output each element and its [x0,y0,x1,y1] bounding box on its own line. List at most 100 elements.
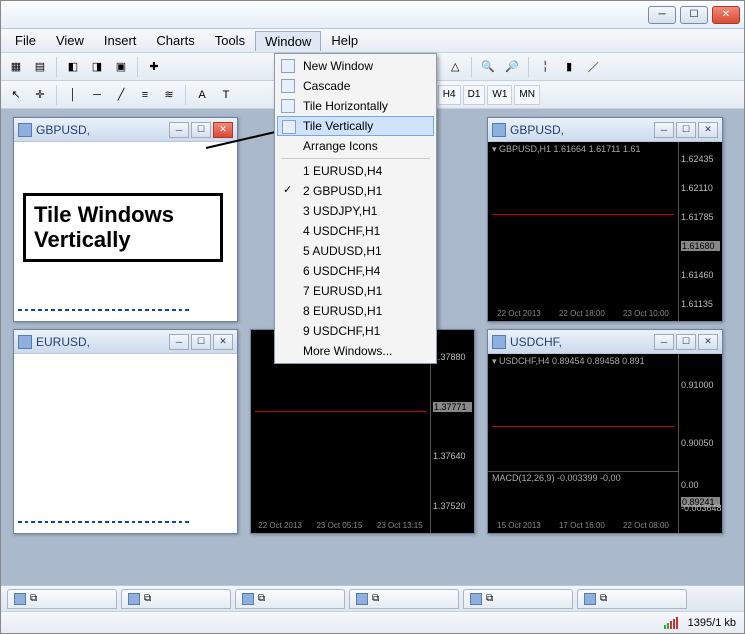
menu-item-tile-horizontally[interactable]: Tile Horizontally [277,96,434,116]
chart-canvas[interactable]: ▾ GBPUSD,H1 1.61664 1.61711 1.611.624351… [488,142,722,321]
timeframe-mn[interactable]: MN [514,85,540,105]
text-icon[interactable]: A [191,84,213,106]
timeframe-d1[interactable]: D1 [463,85,486,105]
menu-item-cascade[interactable]: Cascade [277,76,434,96]
menu-item-2-gbpusd-h1[interactable]: 2 GBPUSD,H1 [277,181,434,201]
menu-item-new-window[interactable]: New Window [277,56,434,76]
close-button[interactable]: ✕ [698,334,718,350]
timeframe-w1[interactable]: W1 [487,85,512,105]
fibo-icon[interactable]: ≋ [158,84,180,106]
price-tick: 1.37771 [433,402,472,412]
price-tick: 1.37640 [433,451,472,461]
new-order-icon[interactable]: ✚ [143,56,165,78]
menu-item-label: 5 AUDUSD,H1 [303,244,382,258]
chart-canvas[interactable] [14,354,237,533]
menu-file[interactable]: File [5,30,46,51]
menu-item-label: Arrange Icons [303,139,378,153]
chart-window-w3[interactable]: EURUSD,─☐✕ [13,329,238,534]
minimize-button[interactable]: ─ [654,122,674,138]
maximize-button[interactable]: ☐ [191,122,211,138]
chart-tab[interactable]: ⧉ [349,589,459,609]
chart-window-titlebar[interactable]: GBPUSD,─☐✕ [14,118,237,142]
close-button[interactable]: ✕ [213,334,233,350]
timeframe-h4[interactable]: H4 [438,85,461,105]
menu-item-6-usdchf-h4[interactable]: 6 USDCHF,H4 [277,261,434,281]
menu-item-tile-vertically[interactable]: Tile Vertically [277,116,434,136]
menu-item-arrange-icons[interactable]: Arrange Icons [277,136,434,156]
time-tick: 22 Oct 2013 [497,309,541,321]
maximize-button[interactable]: ☐ [191,334,211,350]
hline-icon[interactable]: ─ [86,84,108,106]
minimize-button[interactable]: ─ [169,334,189,350]
menu-window[interactable]: Window [255,31,321,51]
chart-type-candle-icon[interactable]: ▮ [558,56,580,78]
zoom-out-icon[interactable]: 🔎 [501,56,523,78]
callout-text-line1: Tile Windows [34,202,212,227]
menu-item-7-eurusd-h1[interactable]: 7 EURUSD,H1 [277,281,434,301]
chart-window-titlebar[interactable]: EURUSD,─☐✕ [14,330,237,354]
menu-item-5-audusd-h1[interactable]: 5 AUDUSD,H1 [277,241,434,261]
chart-tab-icon [470,593,482,605]
template-icon[interactable]: △ [444,56,466,78]
price-tick: 0.91000 [681,380,720,390]
chart-icon [492,335,506,349]
menu-item-label: 1 EURUSD,H4 [303,164,382,178]
chart-type-line-icon[interactable]: ／ [582,56,604,78]
chart-window-w5[interactable]: USDCHF,─☐✕▾ USDCHF,H4 0.89454 0.89458 0.… [487,329,723,534]
minimize-button[interactable]: ─ [169,122,189,138]
channel-icon[interactable]: ≡ [134,84,156,106]
restore-icon: ⧉ [486,593,493,604]
menu-item-label: 7 EURUSD,H1 [303,284,382,298]
window-menu-dropdown: New WindowCascadeTile HorizontallyTile V… [274,53,437,364]
status-bar: 1395/1 kb [1,611,744,633]
market-watch-icon[interactable]: ◧ [62,56,84,78]
vline-icon[interactable]: │ [62,84,84,106]
menu-insert[interactable]: Insert [94,30,147,51]
chart-tab[interactable]: ⧉ [235,589,345,609]
menu-item-more-windows-[interactable]: More Windows... [277,341,434,361]
chart-window-titlebar[interactable]: GBPUSD,─☐✕ [488,118,722,142]
maximize-button[interactable]: ☐ [676,334,696,350]
new-chart-icon[interactable]: ▦ [5,56,27,78]
chart-tab[interactable]: ⧉ [463,589,573,609]
menu-item-8-eurusd-h1[interactable]: 8 EURUSD,H1 [277,301,434,321]
maximize-button[interactable]: ☐ [676,122,696,138]
minimize-button[interactable]: ─ [654,334,674,350]
connection-status: 1395/1 kb [688,617,736,629]
label-icon[interactable]: T [215,84,237,106]
menu-tools[interactable]: Tools [205,30,255,51]
close-button[interactable]: ✕ [698,122,718,138]
price-tick: 1.61460 [681,270,720,280]
close-button[interactable]: ✕ [712,6,740,24]
chart-type-bar-icon[interactable]: ╎ [534,56,556,78]
menu-charts[interactable]: Charts [146,30,204,51]
menu-view[interactable]: View [46,30,94,51]
minimize-button[interactable]: ─ [648,6,676,24]
close-button[interactable]: ✕ [213,122,233,138]
chart-canvas[interactable]: ▾ USDCHF,H4 0.89454 0.89458 0.8910.91000… [488,354,722,533]
terminal-icon[interactable]: ▣ [110,56,132,78]
cursor-icon[interactable]: ↖ [5,84,27,106]
chart-window-titlebar[interactable]: USDCHF,─☐✕ [488,330,722,354]
time-tick: 23 Oct 10:00 [623,309,669,321]
menu-item-4-usdchf-h1[interactable]: 4 USDCHF,H1 [277,221,434,241]
menu-help[interactable]: Help [321,30,368,51]
zoom-in-icon[interactable]: 🔍 [477,56,499,78]
menu-item-label: 2 GBPUSD,H1 [303,184,382,198]
time-axis: 15 Oct 201317 Oct 16:0022 Oct 08:00 [488,521,678,533]
chart-tab[interactable]: ⧉ [7,589,117,609]
chart-tab[interactable]: ⧉ [121,589,231,609]
chart-window-w2[interactable]: GBPUSD,─☐✕▾ GBPUSD,H1 1.61664 1.61711 1.… [487,117,723,322]
trendline-icon[interactable]: ╱ [110,84,132,106]
chart-tab[interactable]: ⧉ [577,589,687,609]
menu-item-9-usdchf-h1[interactable]: 9 USDCHF,H1 [277,321,434,341]
restore-icon: ⧉ [258,593,265,604]
crosshair-icon[interactable]: ✛ [29,84,51,106]
maximize-button[interactable]: ☐ [680,6,708,24]
menu-item-1-eurusd-h4[interactable]: 1 EURUSD,H4 [277,161,434,181]
menu-item-3-usdjpy-h1[interactable]: 3 USDJPY,H1 [277,201,434,221]
profile-icon[interactable]: ▤ [29,56,51,78]
price-axis: 1.624351.621101.617851.616801.614601.611… [678,142,722,321]
menu-item-icon [281,59,295,73]
navigator-icon[interactable]: ◨ [86,56,108,78]
